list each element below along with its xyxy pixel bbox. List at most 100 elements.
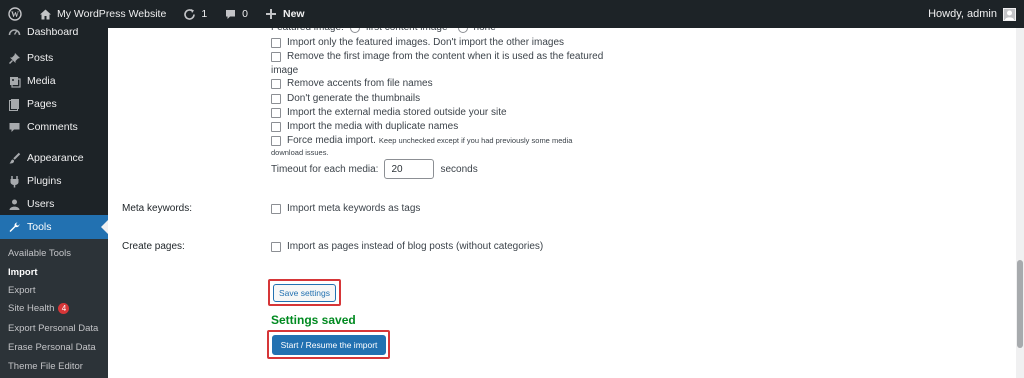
import-only-featured-label: Import only the featured images. Don't i… bbox=[287, 37, 565, 48]
menu-media-label: Media bbox=[27, 75, 56, 87]
option-remove-accents: Remove accents from file names bbox=[271, 78, 433, 89]
create-pages-label: Create pages: bbox=[122, 241, 185, 252]
timeout-row: Timeout for each media: seconds bbox=[271, 159, 478, 179]
menu-appearance-label: Appearance bbox=[27, 152, 84, 164]
home-icon bbox=[38, 7, 52, 21]
comment-icon bbox=[223, 7, 237, 21]
menu-media[interactable]: Media bbox=[0, 71, 108, 91]
settings-saved-message: Settings saved bbox=[271, 313, 356, 327]
dont-generate-checkbox[interactable] bbox=[271, 93, 281, 104]
menu-tools[interactable]: Tools bbox=[0, 215, 108, 239]
menu-plugins[interactable]: Plugins bbox=[0, 171, 108, 191]
timeout-input[interactable] bbox=[384, 159, 435, 179]
pin-icon bbox=[7, 51, 21, 65]
plus-icon bbox=[264, 7, 278, 21]
account-menu[interactable]: Howdy, admin bbox=[928, 7, 1024, 21]
site-health-badge: 4 bbox=[58, 303, 70, 314]
create-pages-checkbox[interactable] bbox=[271, 241, 281, 252]
option-import-duplicate: Import the media with duplicate names bbox=[271, 121, 458, 132]
option-import-external: Import the external media stored outside… bbox=[271, 107, 507, 118]
force-media-note-cont: download issues. bbox=[271, 148, 329, 157]
seconds-label: seconds bbox=[440, 163, 478, 175]
submenu-erase-personal-data[interactable]: Erase Personal Data bbox=[8, 342, 96, 353]
updates-link[interactable]: 1 bbox=[174, 0, 215, 28]
meta-keywords-checkbox[interactable] bbox=[271, 203, 281, 214]
remove-first-image-label-cont: image bbox=[271, 65, 299, 76]
menu-pages-label: Pages bbox=[27, 98, 57, 110]
submenu-import-label: Import bbox=[8, 267, 38, 278]
plug-icon bbox=[7, 174, 21, 188]
timeout-label: Timeout for each media: bbox=[271, 163, 379, 175]
wordpress-logo-icon: W bbox=[8, 7, 22, 21]
comments-menu-icon bbox=[7, 120, 21, 134]
remove-accents-label: Remove accents from file names bbox=[287, 78, 433, 89]
submenu-theme-file-editor[interactable]: Theme File Editor bbox=[8, 361, 83, 372]
current-menu-arrow bbox=[101, 220, 108, 234]
updates-count: 1 bbox=[201, 8, 208, 20]
submenu-available-tools-label: Available Tools bbox=[8, 248, 72, 259]
menu-users-label: Users bbox=[27, 198, 55, 210]
submenu-theme-editor-label: Theme File Editor bbox=[8, 361, 83, 372]
submenu-export-label: Export bbox=[8, 285, 36, 296]
comments-link[interactable]: 0 bbox=[215, 0, 256, 28]
meta-keywords-option-label: Import meta keywords as tags bbox=[287, 203, 421, 214]
new-content-link[interactable]: New bbox=[256, 0, 313, 28]
site-name: My WordPress Website bbox=[57, 8, 167, 20]
force-media-note: Keep unchecked except if you had previou… bbox=[378, 136, 573, 145]
menu-users[interactable]: Users bbox=[0, 194, 108, 214]
new-label: New bbox=[283, 8, 305, 20]
submenu-export[interactable]: Export bbox=[8, 285, 35, 296]
submenu-export-personal-label: Export Personal Data bbox=[8, 323, 99, 334]
remove-first-image-checkbox[interactable] bbox=[271, 51, 281, 62]
save-settings-highlight: Save settings bbox=[268, 279, 341, 306]
paintbrush-icon bbox=[7, 151, 21, 165]
pages-icon bbox=[7, 97, 21, 111]
scrollbar-thumb[interactable] bbox=[1017, 260, 1023, 348]
force-media-checkbox[interactable] bbox=[271, 135, 281, 146]
scrollbar[interactable] bbox=[1016, 28, 1024, 378]
option-force-media: Force media import. Keep unchecked excep… bbox=[271, 135, 572, 146]
media-icon bbox=[7, 74, 21, 88]
site-name-link[interactable]: My WordPress Website bbox=[30, 0, 174, 28]
admin-bar: W My WordPress Website 1 0 New Howdy, ad… bbox=[0, 0, 1024, 28]
submenu-export-personal-data[interactable]: Export Personal Data bbox=[8, 323, 98, 334]
tools-submenu: Available Tools Import Export Site Healt… bbox=[0, 239, 108, 378]
import-only-featured-checkbox[interactable] bbox=[271, 37, 281, 48]
menu-appearance[interactable]: Appearance bbox=[0, 148, 108, 168]
remove-accents-checkbox[interactable] bbox=[271, 78, 281, 89]
main-content: Featured image: first content image none… bbox=[108, 22, 1016, 378]
import-duplicate-label: Import the media with duplicate names bbox=[287, 121, 459, 132]
users-icon bbox=[7, 197, 21, 211]
submenu-available-tools[interactable]: Available Tools bbox=[8, 248, 71, 259]
option-remove-first-image: Remove the first image from the content … bbox=[271, 51, 603, 62]
menu-comments-label: Comments bbox=[27, 121, 78, 133]
dont-generate-label: Don't generate the thumbnails bbox=[287, 93, 421, 104]
option-import-only-featured: Import only the featured images. Don't i… bbox=[271, 37, 564, 48]
menu-posts[interactable]: Posts bbox=[0, 48, 108, 68]
updates-icon bbox=[182, 7, 196, 21]
menu-plugins-label: Plugins bbox=[27, 175, 62, 187]
start-resume-import-button[interactable]: Start / Resume the import bbox=[272, 335, 386, 355]
start-import-highlight: Start / Resume the import bbox=[267, 330, 390, 359]
force-media-note-label-cont: download issues. bbox=[271, 148, 329, 157]
import-external-checkbox[interactable] bbox=[271, 107, 281, 118]
meta-keywords-label: Meta keywords: bbox=[122, 203, 193, 214]
admin-sidebar: Dashboard Posts Media Pages Comments App… bbox=[0, 26, 108, 378]
submenu-import[interactable]: Import bbox=[8, 267, 38, 278]
force-media-label: Force media import. bbox=[287, 135, 376, 146]
option-remove-first-image-cont: image bbox=[271, 65, 298, 76]
svg-text:W: W bbox=[11, 10, 19, 19]
import-duplicate-checkbox[interactable] bbox=[271, 121, 281, 132]
submenu-site-health-label: Site Health bbox=[8, 303, 55, 314]
option-create-pages: Import as pages instead of blog posts (w… bbox=[271, 241, 543, 252]
avatar bbox=[1003, 7, 1016, 21]
save-settings-button[interactable]: Save settings bbox=[273, 284, 336, 302]
submenu-site-health[interactable]: Site Health 4 bbox=[8, 303, 70, 314]
wordpress-logo-button[interactable]: W bbox=[0, 0, 30, 28]
menu-posts-label: Posts bbox=[27, 52, 54, 64]
menu-pages[interactable]: Pages bbox=[0, 94, 108, 114]
menu-comments[interactable]: Comments bbox=[0, 117, 108, 137]
import-external-label: Import the external media stored outside… bbox=[287, 107, 507, 118]
comments-count: 0 bbox=[242, 8, 248, 20]
submenu-erase-personal-label: Erase Personal Data bbox=[8, 342, 96, 353]
